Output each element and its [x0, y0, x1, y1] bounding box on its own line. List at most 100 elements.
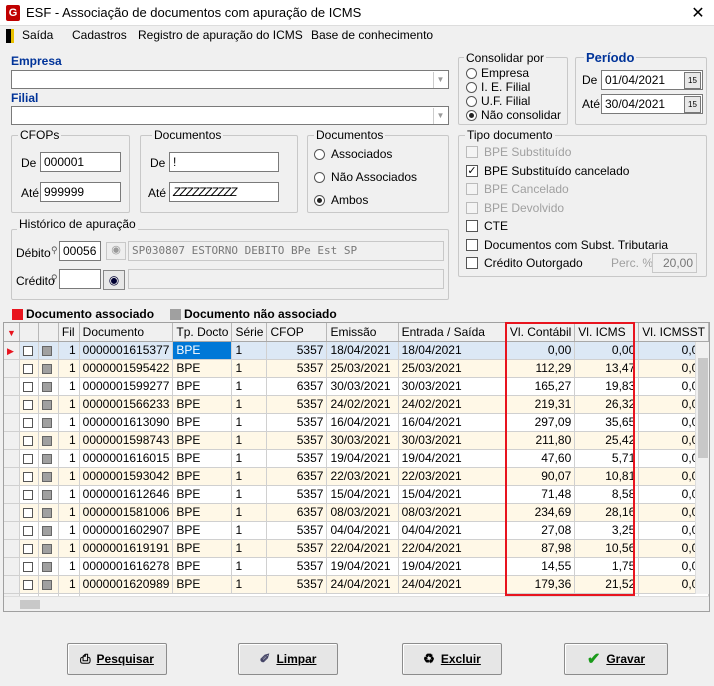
table-cell[interactable]: 27,08	[506, 521, 576, 540]
table-cell[interactable]: 47,60	[506, 449, 576, 468]
table-cell[interactable]: 1	[231, 395, 268, 414]
column-header[interactable]: Vl. ICMSST	[638, 323, 709, 342]
radio-button[interactable]	[314, 194, 325, 206]
table-cell[interactable]: 0000001616278	[79, 557, 174, 576]
table-cell[interactable]: 19/04/2021	[326, 557, 399, 576]
table-row[interactable]: 1 0000001595422 BPE 1 5357 25/03/2021 25/03/20…	[4, 359, 709, 378]
row-checkbox[interactable]	[22, 417, 33, 428]
select-cell[interactable]	[19, 395, 39, 414]
table-row[interactable]: 1 0000001616015 BPE 1 5357 19/04/2021 19/04/20…	[4, 449, 709, 468]
row-indicator[interactable]	[4, 521, 20, 540]
table-row[interactable]: 1 0000001616278 BPE 1 5357 19/04/2021 19/04/20…	[4, 557, 709, 576]
filial-combo[interactable]: ▼	[11, 106, 449, 125]
table-cell[interactable]: 1	[58, 575, 80, 594]
table-cell[interactable]: 1	[58, 521, 80, 540]
table-cell[interactable]: 0000001595422	[79, 359, 174, 378]
row-indicator[interactable]	[4, 359, 20, 378]
row-indicator[interactable]	[4, 539, 20, 558]
table-cell[interactable]: 87,98	[506, 539, 576, 558]
checkbox-tipo-6[interactable]: Crédito Outorgado	[466, 256, 583, 270]
table-row[interactable]: 1 0000001620989 BPE 1 5357 24/04/2021 24/04/20…	[4, 575, 709, 594]
row-indicator[interactable]	[4, 467, 20, 486]
table-cell[interactable]: 90,07	[506, 467, 576, 486]
table-cell[interactable]: 1	[231, 449, 268, 468]
calendar-icon[interactable]: 15	[684, 72, 701, 89]
table-cell[interactable]: 10,81	[574, 467, 640, 486]
radio-button[interactable]	[314, 171, 325, 183]
row-checkbox[interactable]	[22, 507, 33, 518]
table-cell[interactable]: 1	[231, 539, 268, 558]
table-cell[interactable]: 5357	[266, 449, 328, 468]
table-cell[interactable]: 0000001612646	[79, 485, 174, 504]
checkbox-tipo-2[interactable]: BPE Cancelado	[466, 182, 569, 196]
row-checkbox[interactable]	[22, 561, 33, 572]
table-cell[interactable]: 1	[231, 413, 268, 432]
table-cell[interactable]: 1	[58, 539, 80, 558]
table-cell[interactable]: 19,83	[574, 377, 640, 396]
table-cell[interactable]: 1	[231, 485, 268, 504]
cfops-de-input[interactable]: 000001	[40, 152, 121, 172]
cfops-ate-input[interactable]: 999999	[40, 182, 121, 202]
row-checkbox[interactable]	[22, 471, 33, 482]
binoculars-icon[interactable]: ◉	[106, 242, 126, 260]
row-checkbox[interactable]	[22, 381, 33, 392]
checkbox[interactable]	[466, 201, 478, 214]
table-cell[interactable]: 219,31	[506, 395, 576, 414]
table-cell[interactable]: BPE	[172, 557, 233, 576]
excluir-button[interactable]: ♻ Excluir	[402, 643, 502, 675]
row-indicator[interactable]	[4, 449, 20, 468]
checkbox[interactable]: ✓	[466, 164, 478, 177]
column-header[interactable]: Vl. ICMS	[574, 323, 640, 342]
row-checkbox[interactable]	[22, 435, 33, 446]
grid-vertical-scrollbar[interactable]	[695, 342, 709, 594]
table-cell[interactable]: 5357	[266, 413, 328, 432]
table-cell[interactable]: 3,25	[574, 521, 640, 540]
row-indicator[interactable]	[4, 413, 20, 432]
column-header[interactable]: ▼	[4, 323, 20, 342]
table-cell[interactable]: 6357	[266, 467, 328, 486]
checkbox[interactable]	[466, 257, 478, 269]
table-cell[interactable]: 13,47	[574, 359, 640, 378]
table-cell[interactable]: 5357	[266, 539, 328, 558]
table-cell[interactable]: BPE	[172, 485, 233, 504]
table-cell[interactable]: 5357	[266, 485, 328, 504]
table-cell[interactable]: 1	[231, 557, 268, 576]
row-indicator[interactable]	[4, 557, 20, 576]
table-cell[interactable]: 1	[58, 413, 80, 432]
table-cell[interactable]: 112,29	[506, 359, 576, 378]
row-indicator[interactable]	[4, 503, 20, 522]
table-row[interactable]: 1 0000001566233 BPE 1 5357 24/02/2021 24/02/20…	[4, 395, 709, 414]
column-header[interactable]: Emissão	[326, 323, 399, 342]
table-cell[interactable]: 22/03/2021	[326, 467, 399, 486]
table-cell[interactable]: 19/04/2021	[326, 449, 399, 468]
table-cell[interactable]: 30/03/2021	[326, 431, 399, 450]
column-header[interactable]: Vl. Contábil	[506, 323, 576, 342]
credito-code-input[interactable]	[59, 269, 101, 289]
select-cell[interactable]	[19, 575, 39, 594]
table-cell[interactable]: BPE	[172, 575, 233, 594]
table-cell[interactable]: 0000001602907	[79, 521, 174, 540]
radio-consolidar-empresa[interactable]: Empresa	[466, 66, 529, 80]
debito-code-input[interactable]: 00056	[59, 241, 101, 261]
table-cell[interactable]: 24/02/2021	[398, 395, 507, 414]
radio-button[interactable]	[314, 148, 325, 160]
column-header[interactable]: Entrada / Saída	[398, 323, 507, 342]
documents-grid[interactable]: ▼ Fil Documento Tp. Docto Série CFOP Emissão En…	[3, 322, 710, 612]
checkbox-tipo-1[interactable]: ✓ BPE Substituído cancelado	[466, 164, 629, 178]
radio-button[interactable]	[466, 67, 477, 79]
limpar-button[interactable]: ✐ Limpar	[238, 643, 338, 675]
select-cell[interactable]	[19, 557, 39, 576]
row-checkbox[interactable]	[22, 489, 33, 500]
table-cell[interactable]: 297,09	[506, 413, 576, 432]
table-cell[interactable]: 1	[58, 377, 80, 396]
column-header[interactable]: Série	[231, 323, 268, 342]
table-cell[interactable]: 6357	[266, 503, 328, 522]
checkbox[interactable]	[466, 238, 478, 251]
table-cell[interactable]: 30/03/2021	[398, 431, 507, 450]
pesquisar-button[interactable]: ⎙ Pesquisar	[67, 643, 167, 675]
table-cell[interactable]: 24/04/2021	[326, 575, 399, 594]
row-indicator[interactable]	[4, 431, 20, 450]
table-cell[interactable]: 22/03/2021	[398, 467, 507, 486]
row-indicator[interactable]	[4, 377, 20, 396]
table-row[interactable]: 1 0000001612646 BPE 1 5357 15/04/2021 15/04/20…	[4, 485, 709, 504]
